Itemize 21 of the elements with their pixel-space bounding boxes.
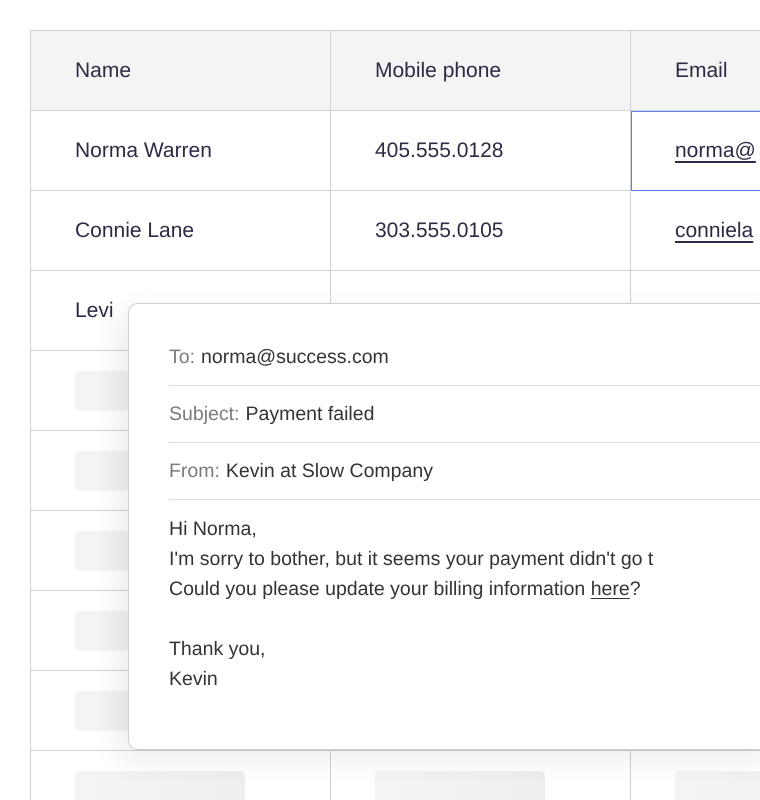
message-line: I'm sorry to bother, but it seems your payment didn't go t	[169, 547, 654, 572]
column-header: Name	[31, 31, 331, 111]
field-label: From:	[169, 460, 220, 482]
table-cell[interactable]: norma@	[631, 111, 760, 191]
column-header: Email	[631, 31, 760, 111]
email-link[interactable]: conniela	[675, 218, 754, 242]
table-cell: Connie Lane	[31, 191, 331, 271]
billing-link[interactable]: here	[590, 578, 630, 600]
message-line: Hi Norma,	[169, 517, 257, 542]
message-line: Could you please update your billing information here?	[169, 577, 641, 602]
table-cell: Norma Warren	[31, 111, 331, 191]
field-value: Payment failed	[245, 402, 374, 426]
table-cell[interactable]: conniela	[631, 191, 760, 271]
column-header: Mobile phone	[331, 31, 631, 111]
table-cell: 303.555.0105	[331, 191, 631, 271]
field-label: Subject:	[169, 402, 240, 426]
message-line: Kevin	[169, 667, 218, 692]
email-link[interactable]: norma@	[675, 138, 756, 162]
field-value: Kevin at Slow Company	[226, 460, 433, 482]
message-line: Thank you,	[169, 637, 266, 662]
table-cell: 405.555.0128	[331, 111, 631, 191]
